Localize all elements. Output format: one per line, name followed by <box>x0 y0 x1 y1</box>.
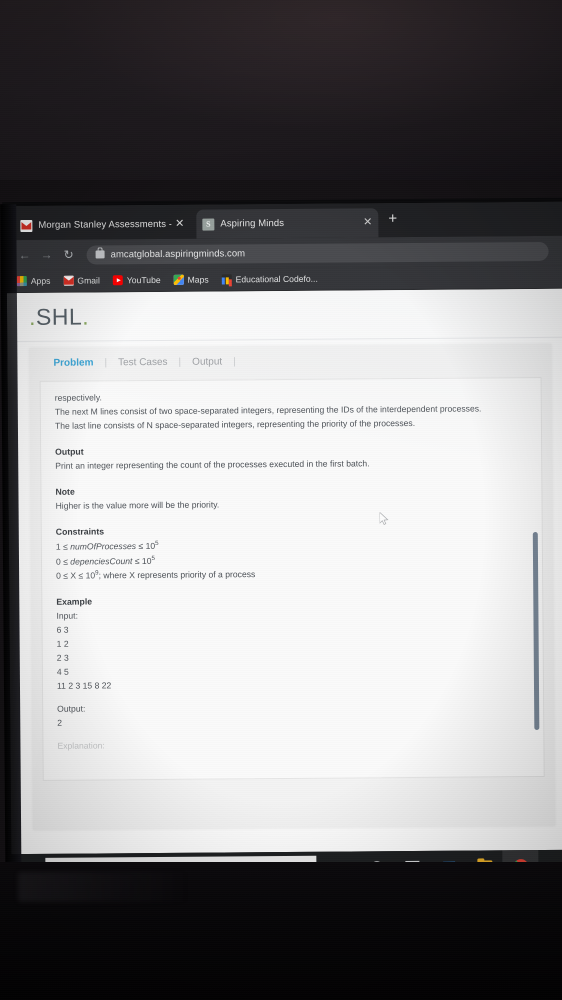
bookmark-youtube[interactable]: YouTube <box>112 274 161 286</box>
tab-test-cases[interactable]: Test Cases <box>107 356 179 368</box>
browser-tab-aspiring-minds[interactable]: S Aspiring Minds ✕ <box>196 208 379 239</box>
bar-chart-icon <box>221 274 232 285</box>
tab-problem[interactable]: Problem <box>42 357 104 368</box>
url-text: amcatglobal.aspiringminds.com <box>110 247 246 260</box>
shl-logo[interactable]: .SHL. <box>29 303 89 330</box>
bookmark-gmail[interactable]: Gmail <box>63 275 100 286</box>
browser-toolbar: ← → ↻ amcatglobal.aspiringminds.com <box>6 235 562 271</box>
shl-icon: S <box>202 218 215 231</box>
new-tab-button[interactable]: + <box>388 210 397 227</box>
browser-tab-morgan-stanley[interactable]: Morgan Stanley Assessments - T ✕ <box>14 210 190 240</box>
bookmark-label: Gmail <box>77 275 100 286</box>
apps-grid-icon <box>16 275 27 287</box>
input-tail-line-3: The last line consists of N space-separa… <box>54 417 416 431</box>
gmail-icon <box>63 275 74 286</box>
browser-tab-strip: Morgan Stanley Assessments - T ✕ S Aspir… <box>6 201 562 241</box>
problem-card: Problem | Test Cases | Output | respecti… <box>29 343 556 830</box>
bookmark-maps[interactable]: Maps <box>173 274 209 285</box>
problem-statement-text: respectively. The next M lines consist o… <box>41 378 544 754</box>
youtube-icon <box>112 275 123 286</box>
bookmark-label: Educational Codefo... <box>235 273 318 285</box>
chrome-browser-window: Morgan Stanley Assessments - T ✕ S Aspir… <box>6 201 562 855</box>
problem-tabs: Problem | Test Cases | Output | <box>29 343 552 378</box>
close-icon[interactable]: ✕ <box>175 218 184 230</box>
tab-title: Morgan Stanley Assessments - T <box>38 218 172 231</box>
forward-icon[interactable]: → <box>37 248 57 262</box>
back-icon[interactable]: ← <box>15 248 35 262</box>
close-icon[interactable]: ✕ <box>363 216 372 228</box>
bookmark-educational-codeforces[interactable]: Educational Codefo... <box>221 273 318 285</box>
constraint-variable: depenciesCount <box>70 555 133 567</box>
bookmark-label: Apps <box>30 275 51 286</box>
gmail-icon <box>20 219 33 232</box>
scrollbar-thumb[interactable] <box>532 531 539 731</box>
photographed-laptop-screen: Morgan Stanley Assessments - T ✕ S Aspir… <box>0 0 562 1000</box>
lock-icon <box>95 250 105 259</box>
constraint-post: ; where X represents priority of a proce… <box>98 569 256 581</box>
note-text: Higher is the value more will be the pri… <box>55 499 220 511</box>
constraint-line-3: 0 ≤ X ≤ 109; where X represents priority… <box>56 566 526 584</box>
output-description: Print an integer representing the count … <box>55 458 370 471</box>
constraint-prefix: 0 ≤ <box>55 556 71 567</box>
site-header: .SHL. <box>6 288 562 343</box>
problem-statement-panel: respectively. The next M lines consist o… <box>39 376 545 781</box>
tab-separator: | <box>233 355 236 367</box>
constraint-mid: ≤ 10 <box>136 540 156 551</box>
maps-icon <box>173 274 184 285</box>
ambient-dark-background-top <box>0 0 562 180</box>
constraint-variable: numOfProcesses <box>70 540 137 552</box>
explanation-label: Explanation: <box>57 740 105 751</box>
bookmark-label: Maps <box>187 274 209 285</box>
laptop-screen: Morgan Stanley Assessments - T ✕ S Aspir… <box>0 176 562 887</box>
reload-icon[interactable]: ↻ <box>59 248 79 262</box>
constraint-prefix: 0 ≤ X ≤ 10 <box>56 570 96 582</box>
logo-text: SHL <box>35 303 83 330</box>
logo-dot-suffix: . <box>82 303 90 330</box>
constraint-mid: ≤ 10 <box>132 555 152 566</box>
web-page-content: .SHL. Problem | Test Cases | Output | re… <box>6 288 562 855</box>
mouse-cursor <box>379 512 389 525</box>
bezel-reflection <box>18 872 188 902</box>
bookmark-label: YouTube <box>126 274 161 286</box>
address-bar[interactable]: amcatglobal.aspiringminds.com <box>86 241 549 265</box>
constraint-prefix: 1 ≤ <box>55 541 71 552</box>
bookmark-apps[interactable]: Apps <box>16 275 51 287</box>
tab-output[interactable]: Output <box>181 356 233 367</box>
constraint-exponent: 5 <box>151 554 155 562</box>
tab-title: Aspiring Minds <box>220 217 285 230</box>
constraint-exponent: 5 <box>155 539 159 547</box>
